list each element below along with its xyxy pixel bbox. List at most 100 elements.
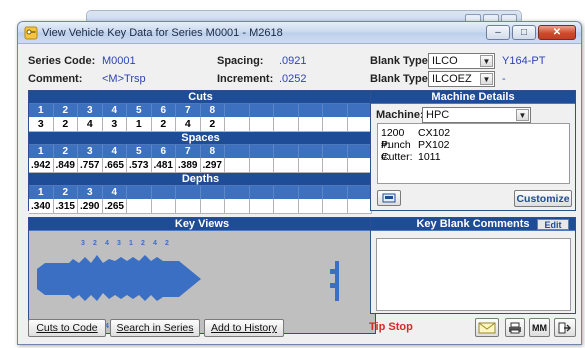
depth-value[interactable]: .340 [29, 199, 54, 214]
depth-value[interactable] [176, 199, 201, 214]
depth-value[interactable]: .290 [78, 199, 103, 214]
space-position: 5 [127, 145, 152, 158]
depth-value[interactable] [200, 199, 225, 214]
depth-value[interactable] [298, 199, 323, 214]
key-blank-comments-textarea[interactable] [376, 238, 571, 311]
space-value[interactable]: .297 [200, 158, 225, 173]
depth-position: 2 [53, 186, 78, 199]
key-top-cut-number: 2 [93, 240, 97, 247]
depth-value[interactable] [323, 199, 348, 214]
print-preview-button[interactable] [377, 190, 401, 206]
key-data-grids: Cuts 1 2 3 4 5 6 7 8 3 2 4 3 1 2 4 2 Spa… [28, 90, 373, 214]
space-value[interactable]: .481 [151, 158, 176, 173]
cut-position: 5 [127, 104, 152, 117]
dropdown-arrow-icon[interactable]: ▼ [516, 109, 529, 121]
series-code-label: Series Code: [28, 55, 96, 67]
cuts-values-row: 3 2 4 3 1 2 4 2 [29, 117, 372, 132]
blank-type-1-selected: ILCO [432, 55, 458, 67]
cut-value[interactable]: 3 [29, 117, 54, 132]
space-position: 2 [53, 145, 78, 158]
space-value[interactable] [225, 158, 250, 173]
cut-value[interactable] [323, 117, 348, 132]
cut-value[interactable] [274, 117, 299, 132]
key-top-cut-number: 3 [81, 240, 85, 247]
blank-type-1-select[interactable]: ILCO ▼ [428, 53, 495, 69]
dropdown-arrow-icon[interactable]: ▼ [480, 73, 493, 85]
space-value[interactable]: .389 [176, 158, 201, 173]
cut-value[interactable] [249, 117, 274, 132]
space-value[interactable] [298, 158, 323, 173]
cut-value[interactable] [298, 117, 323, 132]
machine-detail-value: CX102 [418, 127, 451, 139]
blank-type-2-select[interactable]: ILCOEZ ▼ [428, 71, 495, 87]
cuts-header: Cuts [29, 91, 372, 104]
spaces-header: Spaces [29, 132, 372, 145]
machine-select[interactable]: HPC ▼ [422, 107, 531, 123]
depth-value[interactable] [249, 199, 274, 214]
depth-value[interactable] [274, 199, 299, 214]
depth-position: 3 [78, 186, 103, 199]
add-to-history-button[interactable]: Add to History [204, 319, 284, 337]
cut-value[interactable]: 1 [127, 117, 152, 132]
space-position: 6 [151, 145, 176, 158]
depth-position [323, 186, 348, 199]
edit-comments-button[interactable]: Edit [537, 219, 569, 230]
window-titlebar[interactable]: View Vehicle Key Data for Series M0001 -… [18, 22, 581, 44]
cut-position [347, 104, 372, 117]
cut-value[interactable]: 4 [176, 117, 201, 132]
key-top-cut-number: 3 [117, 240, 121, 247]
machine-selected: HPC [426, 109, 450, 121]
space-value[interactable]: .665 [102, 158, 127, 173]
depth-value[interactable] [151, 199, 176, 214]
cut-value[interactable]: 3 [102, 117, 127, 132]
cut-value[interactable]: 2 [200, 117, 225, 132]
key-top-cut-number: 4 [153, 240, 157, 247]
depth-position: 1 [29, 186, 54, 199]
customize-button[interactable]: Customize [514, 190, 572, 207]
space-position [298, 145, 323, 158]
depth-position [151, 186, 176, 199]
cut-position: 2 [53, 104, 78, 117]
space-value[interactable]: .573 [127, 158, 152, 173]
blank-type-1-extra: Y164-PT [502, 55, 546, 67]
space-value[interactable]: .942 [29, 158, 54, 173]
space-value[interactable] [274, 158, 299, 173]
close-icon[interactable]: ✕ [538, 25, 576, 40]
depth-value[interactable] [347, 199, 372, 214]
cut-value[interactable]: 2 [151, 117, 176, 132]
depth-value[interactable]: .315 [53, 199, 78, 214]
space-value[interactable] [347, 158, 372, 173]
cut-value[interactable] [347, 117, 372, 132]
machine-detail-key: Punch #: [381, 139, 411, 163]
cuts-to-code-button[interactable]: Cuts to Code [28, 319, 106, 337]
comment-value: <M>Trsp [102, 73, 146, 85]
window-title: View Vehicle Key Data for Series M0001 -… [42, 26, 283, 39]
depth-value[interactable] [225, 199, 250, 214]
spaces-positions-row: 1 2 3 4 5 6 7 8 [29, 145, 372, 158]
space-value[interactable]: .757 [78, 158, 103, 173]
mm-button[interactable]: MM [529, 318, 550, 337]
key-top-cut-number: 4 [105, 240, 109, 247]
depth-value[interactable] [127, 199, 152, 214]
key-blade-profile [37, 255, 201, 301]
print-button[interactable] [505, 318, 525, 337]
maximize-icon[interactable]: □ [512, 25, 536, 40]
depth-value[interactable]: .265 [102, 199, 127, 214]
exit-button[interactable] [554, 318, 576, 337]
depths-header: Depths [29, 173, 372, 186]
cut-value[interactable] [225, 117, 250, 132]
cut-position: 7 [176, 104, 201, 117]
cut-position: 1 [29, 104, 54, 117]
dropdown-arrow-icon[interactable]: ▼ [480, 55, 493, 67]
space-value[interactable] [249, 158, 274, 173]
space-value[interactable] [323, 158, 348, 173]
key-end-view-icon [330, 261, 339, 301]
email-button[interactable] [475, 318, 499, 337]
tip-stop-label: Tip Stop [369, 321, 413, 333]
space-value[interactable]: .849 [53, 158, 78, 173]
key-views-header: Key Views [29, 218, 375, 231]
minimize-icon[interactable]: – [486, 25, 510, 40]
search-in-series-button[interactable]: Search in Series [110, 319, 200, 337]
cut-value[interactable]: 4 [78, 117, 103, 132]
cut-value[interactable]: 2 [53, 117, 78, 132]
